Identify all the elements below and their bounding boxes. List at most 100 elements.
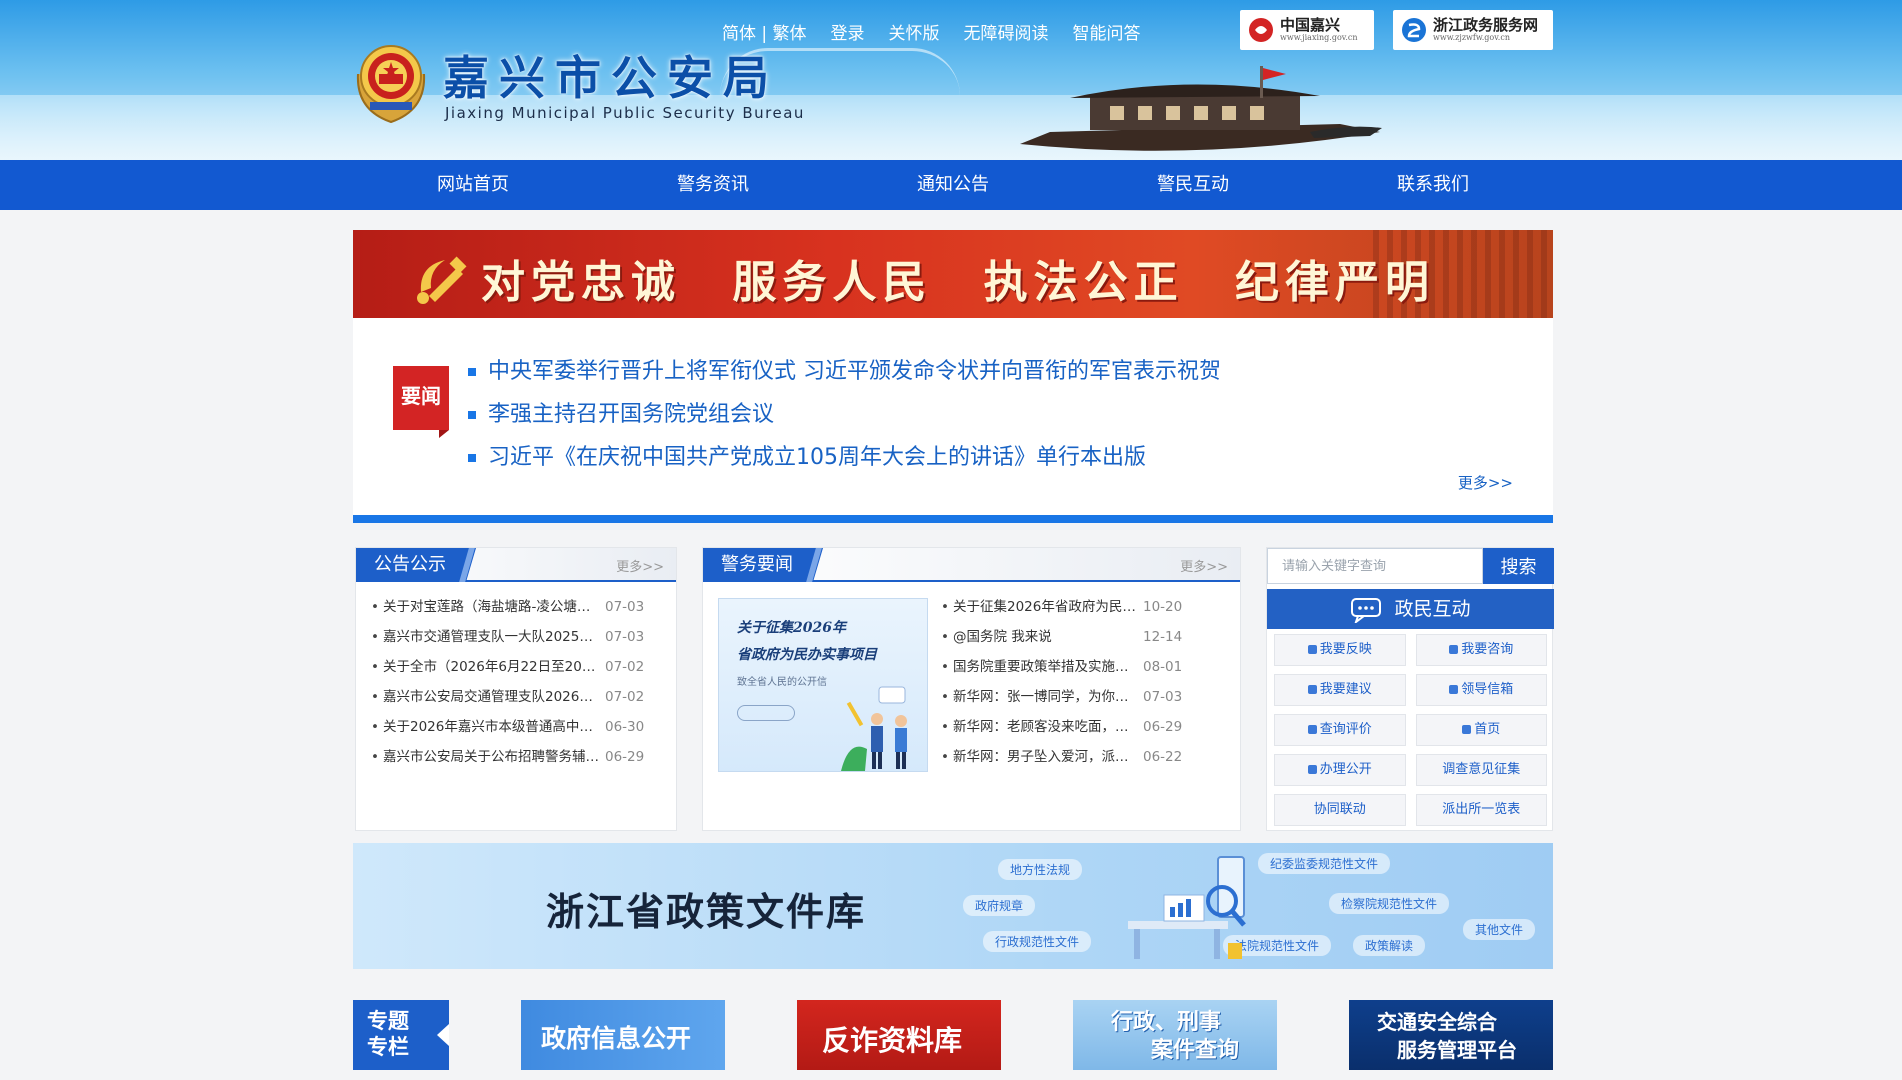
- list-item[interactable]: •嘉兴市交通管理支队一大队2025年度政府信息公开工作报告 07-03: [371, 622, 676, 652]
- headlines-more-link[interactable]: 更多>>: [1458, 472, 1513, 493]
- chat-bubble-icon: [1351, 597, 1382, 625]
- top-link-login[interactable]: 登录: [831, 19, 865, 44]
- list-item[interactable]: •关于征集2026年省政府为民办实事项目的公告 10-20: [941, 592, 1182, 622]
- search-interaction-panel: 搜索 政民互动 我要反映 我要咨询 我要建议 领导信箱 查询评价 首页 办理公开…: [1266, 547, 1554, 831]
- nav-police-news[interactable]: 警务资讯: [593, 160, 833, 210]
- consult-button[interactable]: 我要咨询: [1415, 634, 1547, 666]
- top-link-care-mode[interactable]: 关怀版: [889, 19, 940, 44]
- police-emblem-icon: [356, 45, 426, 124]
- jiaxing-badge-title: 中国嘉兴: [1280, 16, 1341, 34]
- list-item[interactable]: •国务院重要政策举措及实施情况的公开 08-01: [941, 652, 1182, 682]
- list-item-title: @国务院 我来说: [953, 629, 1052, 645]
- list-item-title: 新华网：老顾客没来吃面，店主报警: [953, 719, 1137, 735]
- feature-image[interactable]: 关于征集2026年 省政府为民办实事项目 致全省人民的公开信: [718, 598, 928, 772]
- people-illustration-icon: [841, 686, 907, 771]
- nav-interaction[interactable]: 警民互动: [1073, 160, 1313, 210]
- headline-item[interactable]: 习近平《在庆祝中国共产党成立105周年大会上的讲话》单行本出版: [468, 436, 1221, 479]
- headline-item[interactable]: 李强主持召开国务院党组会议: [468, 393, 1221, 436]
- red-boat-illustration: [1020, 66, 1382, 151]
- traffic-platform-line2: 服务管理平台: [1397, 1038, 1517, 1062]
- list-item-date: 10-20: [1143, 599, 1183, 615]
- nav-contact[interactable]: 联系我们: [1313, 160, 1553, 210]
- gov-info-public-tile[interactable]: 政府信息公开: [521, 1000, 725, 1070]
- bullet: •: [941, 749, 949, 765]
- search-button[interactable]: 搜索: [1483, 548, 1554, 584]
- notice-more-link[interactable]: 更多>>: [616, 556, 664, 575]
- bullet: •: [371, 719, 379, 735]
- list-item[interactable]: • @国务院 我来说 12-14: [941, 622, 1182, 652]
- list-item-date: 06-30: [605, 719, 645, 735]
- nav-home[interactable]: 网站首页: [353, 160, 593, 210]
- news-panel-title[interactable]: 警务要闻: [703, 548, 823, 582]
- top-link-language[interactable]: 简体 | 繁体: [722, 19, 807, 44]
- zhejiang-logo-icon: [1402, 18, 1426, 42]
- policy-tag[interactable]: 行政规范性文件: [983, 931, 1092, 952]
- policy-tag[interactable]: 纪委监委规范性文件: [1258, 853, 1391, 874]
- news-list: •关于征集2026年省政府为民办实事项目的公告10-20 •@国务院 我来说12…: [941, 582, 1182, 772]
- list-item[interactable]: •嘉兴市公安局交通管理支队2026年第二季度驾驶人考试情况 07-02: [371, 682, 676, 712]
- police-news-panel: 警务要闻 更多>> 关于征集2026年 省政府为民办实事项目 致全省人民的公开信…: [702, 547, 1241, 831]
- policy-tag[interactable]: 检察院规范性文件: [1329, 893, 1450, 914]
- search-input[interactable]: [1267, 548, 1483, 584]
- list-item[interactable]: •关于全市（2026年6月22日至2026年6月28日）交通违法曝光 07-02: [371, 652, 676, 682]
- nav-notices[interactable]: 通知公告: [833, 160, 1073, 210]
- notice-panel-title[interactable]: 公告公示: [356, 548, 476, 582]
- list-item[interactable]: •新华网：老顾客没来吃面，店主报警 06-29: [941, 712, 1182, 742]
- suggest-button[interactable]: 我要建议: [1274, 674, 1406, 706]
- site-header: 嘉兴市公安局 Jiaxing Municipal Public Security…: [0, 0, 1902, 160]
- search-bar: 搜索: [1267, 548, 1554, 584]
- headline-list: 中央军委举行晋升上将军衔仪式 习近平颁发命令状并向晋衔的军官表示祝贺 李强主持召…: [468, 350, 1221, 479]
- list-item-title: 关于全市（2026年6月22日至2026年6月28日）交通违法曝光: [383, 659, 599, 675]
- notice-list: •关于对宝莲路（海盐塘路-凌公塘路）路段实施交通管制的通告07-03 •嘉兴市交…: [356, 582, 676, 772]
- list-item-date: 07-02: [605, 689, 645, 705]
- handling-public-button[interactable]: 办理公开: [1274, 754, 1406, 786]
- leader-mailbox-label: 领导信箱: [1461, 682, 1514, 697]
- report-button[interactable]: 我要反映: [1274, 634, 1406, 666]
- zhejiang-badge-url: www.zjzwfw.gov.cn: [1433, 33, 1510, 42]
- list-item[interactable]: •嘉兴市公安局关于公布招聘警务辅助人员的公告 06-29: [371, 742, 676, 772]
- case-query-tile[interactable]: 行政、刑事 案件查询: [1073, 1000, 1277, 1070]
- notice-panel-header: 公告公示 更多>>: [356, 548, 676, 582]
- interaction-title: 政民互动: [1394, 598, 1471, 620]
- lake-background: [0, 95, 1902, 160]
- coordination-button[interactable]: 协同联动: [1274, 794, 1406, 826]
- anti-fraud-tile[interactable]: 反诈资料库: [797, 1000, 1001, 1070]
- home-button[interactable]: 首页: [1415, 714, 1547, 746]
- list-item-date: 08-01: [1143, 659, 1183, 675]
- handling-icon: [1307, 765, 1317, 774]
- consult-label: 我要咨询: [1461, 642, 1514, 657]
- list-item[interactable]: •关于对宝莲路（海盐塘路-凌公塘路）路段实施交通管制的通告 07-03: [371, 592, 676, 622]
- top-link-accessibility[interactable]: 无障碍阅读: [964, 19, 1049, 44]
- policy-library-banner[interactable]: 浙江省政策文件库 地方性法规 政府规章 行政规范性文件 纪委监委规范性文件 检察…: [353, 843, 1553, 969]
- zhejiang-gov-service-link[interactable]: 浙江政务服务网 www.zjzwfw.gov.cn: [1393, 10, 1553, 50]
- policy-tag[interactable]: 地方性法规: [998, 859, 1083, 880]
- list-item[interactable]: • 新华网：张一博同学，为你点赞 07-03: [941, 682, 1182, 712]
- list-item[interactable]: •新华网：男子坠入爱河，派出所民警及时救援 06-22: [941, 742, 1182, 772]
- list-item-title: 嘉兴市交通管理支队一大队2025年度政府信息公开工作报告: [383, 629, 599, 645]
- china-jiaxing-link[interactable]: 中国嘉兴 www.jiaxing.gov.cn: [1240, 10, 1374, 50]
- site-title: 嘉兴市公安局: [443, 51, 779, 105]
- traffic-platform-tile[interactable]: 交通安全综合 服务管理平台: [1349, 1000, 1553, 1070]
- list-item[interactable]: •关于2026年嘉兴市本级普通高中招生的有关通知公告 06-30: [371, 712, 676, 742]
- mailbox-icon: [1449, 685, 1459, 694]
- feature-line2: 省政府为民办实事项目: [737, 647, 877, 663]
- top-links: 简体 | 繁体 登录 关怀版 无障碍阅读 智能问答: [722, 19, 1141, 44]
- leader-mailbox-button[interactable]: 领导信箱: [1415, 674, 1547, 706]
- top-link-smart-qa[interactable]: 智能问答: [1073, 19, 1141, 44]
- news-more-link[interactable]: 更多>>: [1180, 556, 1228, 575]
- feature-line1: 关于征集2026年: [737, 620, 846, 636]
- query-evaluation-button[interactable]: 查询评价: [1274, 714, 1406, 746]
- list-item-date: 06-29: [605, 749, 645, 765]
- headline-item[interactable]: 中央军委举行晋升上将军衔仪式 习近平颁发命令状并向晋衔的军官表示祝贺: [468, 350, 1221, 393]
- special-column-tile[interactable]: 专题 专栏: [353, 1000, 449, 1070]
- police-station-list-button[interactable]: 派出所一览表: [1415, 794, 1547, 826]
- policy-tag[interactable]: 其他文件: [1463, 919, 1536, 940]
- survey-button[interactable]: 调查意见征集: [1415, 754, 1547, 786]
- zhejiang-badge-title: 浙江政务服务网: [1433, 16, 1539, 34]
- bullet: •: [941, 599, 949, 615]
- list-item-title: 关于征集2026年省政府为民办实事项目的公告: [953, 599, 1137, 615]
- list-item-date: 07-03: [1143, 689, 1183, 705]
- policy-tag[interactable]: 政策解读: [1353, 935, 1426, 956]
- policy-tag[interactable]: 政府规章: [963, 895, 1036, 916]
- traffic-platform-label: 交通安全综合 服务管理平台: [1377, 1008, 1517, 1064]
